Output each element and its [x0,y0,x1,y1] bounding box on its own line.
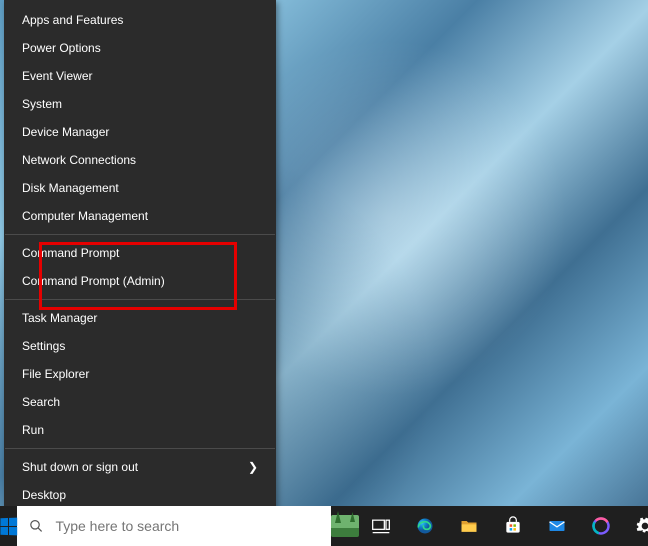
menu-separator [5,234,275,235]
taskbar-search[interactable] [17,506,331,546]
menu-item-label: System [22,96,62,112]
menu-item-power-options[interactable]: Power Options [4,34,276,62]
taskbar-pinned-apps [359,506,648,546]
menu-item-disk-management[interactable]: Disk Management [4,174,276,202]
taskbar-app-file-explorer[interactable] [447,506,491,546]
menu-item-label: Command Prompt [22,245,119,261]
menu-item-event-viewer[interactable]: Event Viewer [4,62,276,90]
taskbar [0,506,648,546]
chevron-right-icon: ❯ [248,459,258,475]
windows-logo-icon [0,517,17,535]
menu-item-file-explorer[interactable]: File Explorer [4,360,276,388]
menu-item-desktop[interactable]: Desktop [4,481,276,509]
start-button[interactable] [0,506,17,546]
gear-icon [635,516,648,536]
store-icon [503,516,523,536]
menu-item-label: Disk Management [22,180,119,196]
taskbar-app-edge[interactable] [403,506,447,546]
menu-item-search[interactable]: Search [4,388,276,416]
office-icon [591,516,611,536]
menu-item-label: Task Manager [22,310,97,326]
menu-item-command-prompt-admin[interactable]: Command Prompt (Admin) [4,267,276,295]
taskbar-app-store[interactable] [491,506,535,546]
menu-item-label: Network Connections [22,152,136,168]
menu-item-label: Search [22,394,60,410]
menu-item-computer-management[interactable]: Computer Management [4,202,276,230]
menu-item-command-prompt[interactable]: Command Prompt [4,239,276,267]
search-icon [29,518,43,534]
menu-item-apps-and-features[interactable]: Apps and Features [4,6,276,34]
desktop-wallpaper: Apps and Features Power Options Event Vi… [0,0,648,546]
menu-item-label: Device Manager [22,124,109,140]
mail-icon [547,516,567,536]
menu-item-label: Power Options [22,40,101,56]
menu-item-label: Event Viewer [22,68,92,84]
menu-item-device-manager[interactable]: Device Manager [4,118,276,146]
menu-item-settings[interactable]: Settings [4,332,276,360]
menu-item-label: Command Prompt (Admin) [22,273,165,289]
taskbar-app-mail[interactable] [535,506,579,546]
menu-item-label: Shut down or sign out [22,459,138,475]
menu-item-system[interactable]: System [4,90,276,118]
menu-item-run[interactable]: Run [4,416,276,444]
menu-item-label: Settings [22,338,65,354]
taskbar-app-settings[interactable] [623,506,648,546]
menu-item-label: File Explorer [22,366,89,382]
menu-item-label: Desktop [22,487,66,503]
menu-item-label: Apps and Features [22,12,123,28]
task-view-icon [371,516,391,536]
edge-icon [415,516,435,536]
menu-item-task-manager[interactable]: Task Manager [4,304,276,332]
winx-context-menu: Apps and Features Power Options Event Vi… [4,0,276,517]
taskbar-app-office[interactable] [579,506,623,546]
task-view-button[interactable] [359,506,403,546]
weather-art-icon [331,515,359,537]
search-input[interactable] [53,517,319,535]
menu-separator [5,448,275,449]
menu-item-label: Computer Management [22,208,148,224]
menu-item-shutdown[interactable]: Shut down or sign out ❯ [4,453,276,481]
menu-item-label: Run [22,422,44,438]
menu-separator [5,299,275,300]
menu-item-network-connections[interactable]: Network Connections [4,146,276,174]
folder-icon [459,516,479,536]
taskbar-news-widget[interactable] [331,506,359,546]
